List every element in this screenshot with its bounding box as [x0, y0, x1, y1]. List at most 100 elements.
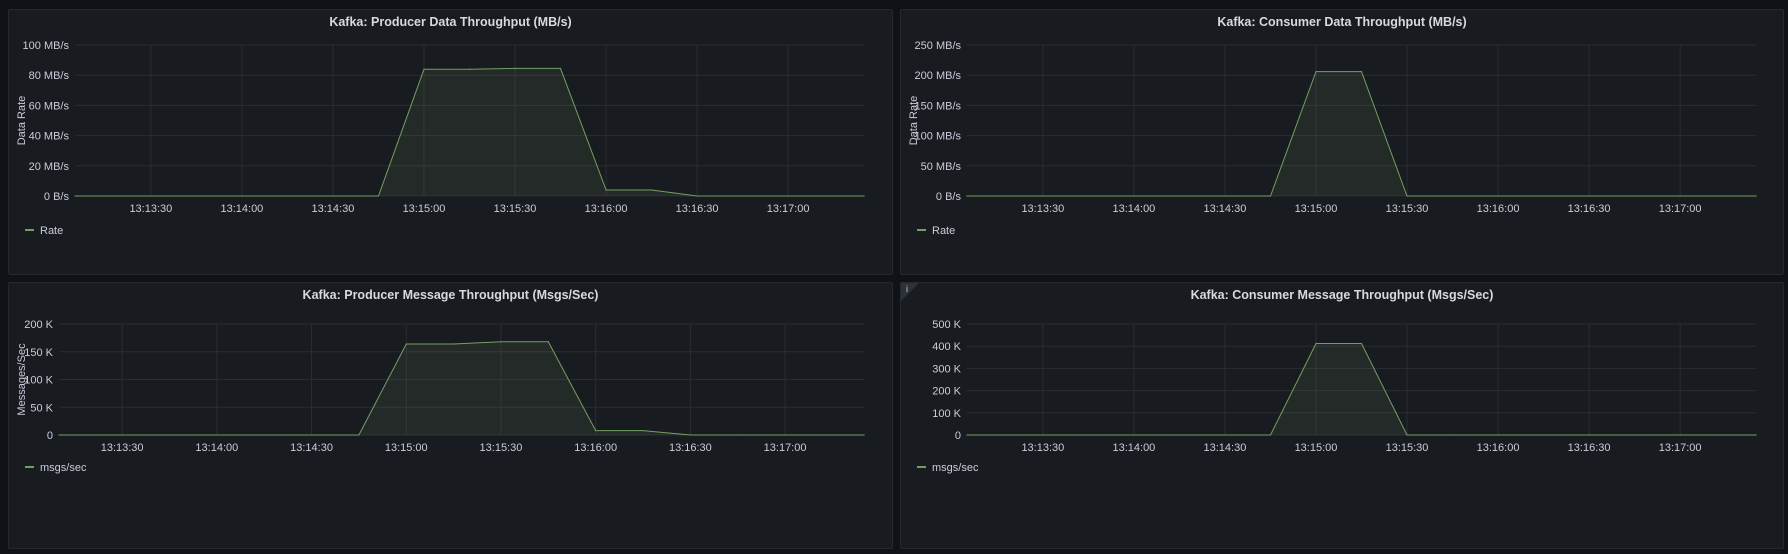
y-tick-label: 0: [955, 430, 961, 442]
consumer-data-throughput-chart: 0 B/s 50 MB/s 100 MB/s 150 MB/s 200 MB/s 250 …: [908, 40, 1757, 237]
x-tick-label: 13:16:30: [1568, 442, 1611, 454]
x-tick-label: 13:17:00: [1659, 442, 1702, 454]
data-point: [650, 189, 653, 191]
x-tick-label: 13:15:00: [1295, 442, 1338, 454]
y-tick-label: 0: [47, 430, 53, 442]
x-tick-label: 13:14:30: [290, 442, 333, 454]
x-tick-label: 13:13:30: [101, 442, 144, 454]
y-tick-label: 500 K: [932, 319, 961, 331]
legend-label: msgs/sec: [40, 462, 87, 474]
y-tick-label: 20 MB/s: [29, 161, 70, 173]
x-tick-label: 13:16:00: [1477, 203, 1520, 215]
x-tick-label: 13:15:30: [1386, 442, 1429, 454]
data-point: [1755, 434, 1757, 436]
data-point: [1360, 70, 1363, 73]
x-tick-label: 13:15:30: [1386, 203, 1429, 215]
data-point: [1497, 434, 1499, 436]
x-tick-label: 13:16:00: [585, 203, 628, 215]
y-tick-label: 250 MB/s: [915, 40, 962, 52]
data-point: [966, 195, 968, 197]
y-axis-label: Messages/Sec: [16, 343, 28, 416]
x-tick-label: 13:14:00: [1112, 442, 1155, 454]
y-tick-label: 0 B/s: [44, 191, 70, 203]
y-tick-label: 400 K: [932, 341, 961, 353]
x-tick-label: 13:15:00: [385, 442, 428, 454]
producer-message-throughput-chart: 0 50 K 100 K 150 K 200 K 13:13:30 13:14:00 13:1…: [16, 319, 865, 474]
x-tick-label: 13:16:30: [669, 442, 712, 454]
data-point: [559, 67, 562, 70]
x-tick-label: 13:13:30: [1021, 442, 1064, 454]
data-point: [595, 429, 597, 432]
y-tick-label: 100 MB/s: [23, 40, 70, 52]
data-point: [863, 195, 865, 197]
series-area: [59, 341, 864, 435]
y-tick-label: 300 K: [932, 363, 961, 375]
consumer-message-throughput-chart: 0 100 K 200 K 300 K 400 K 500 K 13:13:30 13:14:…: [917, 319, 1757, 474]
data-point: [468, 68, 471, 70]
data-point: [74, 195, 76, 197]
consumer-data-throughput-panel[interactable]: Kafka: Consumer Data Throughput (MB/s) 0…: [900, 9, 1784, 275]
x-tick-label: 13:14:30: [1204, 442, 1247, 454]
series-area: [967, 71, 1756, 196]
x-tick-label: 13:15:30: [494, 203, 537, 215]
x-tick-label: 13:16:00: [574, 442, 617, 454]
data-point: [453, 343, 455, 345]
y-tick-label: 200 MB/s: [915, 70, 962, 82]
x-tick-label: 13:15:30: [480, 442, 523, 454]
y-tick-label: 50 K: [30, 402, 53, 414]
x-tick-label: 13:15:00: [403, 203, 446, 215]
data-point: [358, 434, 360, 436]
data-point: [500, 341, 502, 343]
data-point: [1315, 342, 1317, 345]
data-point: [1451, 195, 1454, 197]
y-tick-label: 100 MB/s: [915, 131, 962, 143]
x-tick-label: 13:14:30: [312, 203, 355, 215]
x-tick-label: 13:16:30: [1568, 203, 1611, 215]
x-tick-label: 13:16:00: [1477, 442, 1520, 454]
x-tick-label: 13:17:00: [1659, 203, 1702, 215]
data-point: [605, 189, 607, 191]
y-tick-label: 150 K: [24, 347, 53, 359]
data-point: [1497, 195, 1499, 197]
data-point: [1269, 195, 1272, 197]
legend-label: Rate: [932, 225, 955, 237]
data-point: [784, 434, 786, 436]
x-tick-label: 13:14:00: [195, 442, 238, 454]
data-point: [1588, 195, 1590, 197]
y-axis-label: Data Rate: [908, 96, 920, 146]
producer-data-throughput-chart: 0 B/s 20 MB/s 40 MB/s 60 MB/s 80 MB/s 100 MB/…: [16, 40, 865, 237]
x-tick-label: 13:14:00: [1112, 203, 1155, 215]
data-point: [514, 67, 516, 70]
legend-label: Rate: [40, 225, 63, 237]
data-point: [689, 434, 691, 436]
data-point: [1360, 342, 1363, 345]
y-tick-label: 60 MB/s: [29, 100, 70, 112]
data-point: [405, 343, 407, 345]
y-tick-label: 50 MB/s: [921, 161, 962, 173]
y-tick-label: 200 K: [932, 386, 961, 398]
data-point: [1269, 434, 1272, 436]
y-tick-label: 150 MB/s: [915, 100, 962, 112]
data-point: [1406, 434, 1408, 436]
x-tick-label: 13:14:30: [1204, 203, 1247, 215]
data-point: [1679, 195, 1681, 197]
data-point: [1755, 195, 1757, 197]
data-point: [1406, 195, 1408, 197]
series-area: [967, 343, 1756, 435]
producer-data-throughput-panel[interactable]: Kafka: Producer Data Throughput (MB/s) 0…: [8, 9, 893, 275]
data-point: [1315, 70, 1317, 73]
y-tick-label: 40 MB/s: [29, 131, 70, 143]
data-point: [58, 434, 60, 436]
consumer-message-throughput-panel[interactable]: i Kafka: Consumer Message Throughput (Ms…: [900, 282, 1784, 549]
x-tick-label: 13:16:30: [676, 203, 719, 215]
y-tick-label: 200 K: [24, 319, 53, 331]
data-point: [863, 434, 865, 436]
data-point: [742, 195, 744, 197]
x-tick-label: 13:13:30: [129, 203, 172, 215]
data-point: [1451, 434, 1454, 436]
producer-message-throughput-panel[interactable]: Kafka: Producer Message Throughput (Msgs…: [8, 282, 893, 549]
data-point: [377, 195, 380, 197]
legend-label: msgs/sec: [932, 462, 979, 474]
y-axis-label: Data Rate: [16, 96, 28, 146]
data-point: [787, 195, 789, 197]
